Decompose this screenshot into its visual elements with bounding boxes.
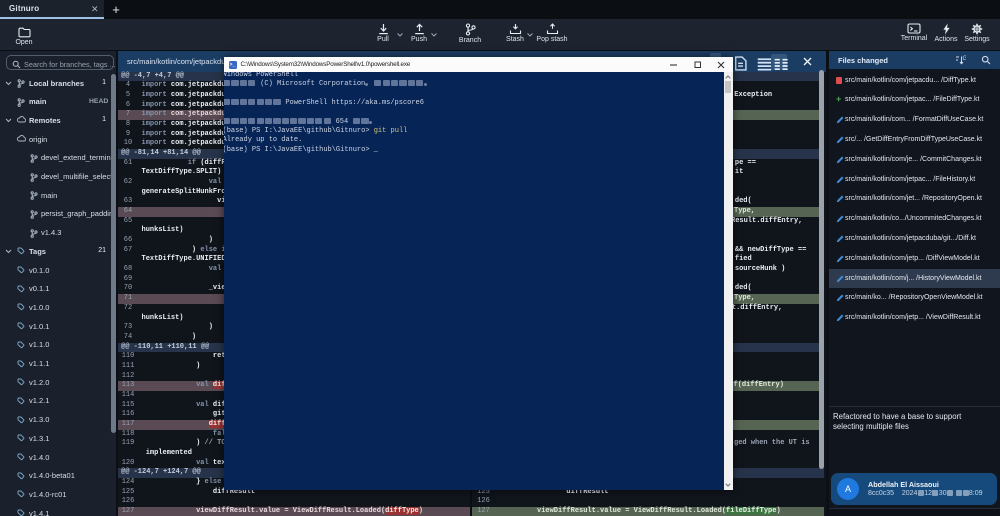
svg-text:G: G	[963, 56, 967, 62]
